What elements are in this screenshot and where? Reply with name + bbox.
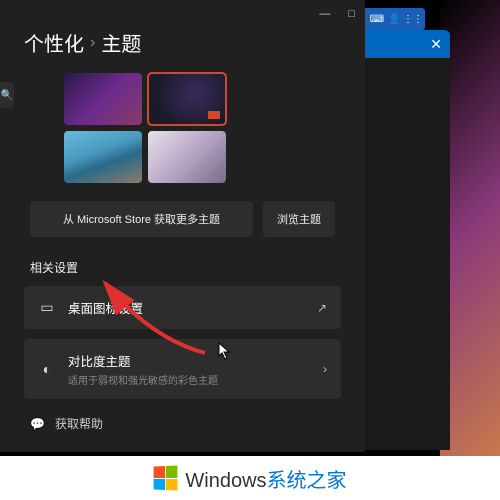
open-external-icon: ↗	[317, 301, 327, 315]
monitor-icon: ▭	[38, 299, 56, 317]
search-icon: 🔍	[1, 90, 13, 101]
minimize-button[interactable]: —	[319, 8, 330, 20]
chevron-right-icon: ›	[323, 362, 327, 376]
window-controls: — □	[319, 8, 355, 20]
breadcrumb-current: 主题	[101, 28, 141, 57]
desktop-icon-settings-item[interactable]: ▭ 桌面图标设置 ↗	[24, 286, 341, 329]
theme-thumbnail[interactable]	[64, 73, 142, 125]
chevron-right-icon: ›	[90, 34, 95, 52]
breadcrumb: 个性化 › 主题	[0, 0, 365, 57]
store-row: 从 Microsoft Store 获取更多主题 浏览主题	[30, 201, 335, 237]
setting-text: 对比度主题 适用于弱视和强光敏感的彩色主题	[68, 351, 311, 387]
browse-themes-button[interactable]: 浏览主题	[263, 201, 335, 237]
setting-subtitle: 适用于弱视和强光敏感的彩色主题	[68, 372, 311, 387]
help-label: 获取帮助	[55, 415, 103, 432]
theme-thumbnail[interactable]	[64, 131, 142, 183]
breadcrumb-parent[interactable]: 个性化	[24, 28, 84, 57]
setting-text: 桌面图标设置	[68, 298, 305, 317]
background-app-titlebar: ✕	[350, 30, 450, 58]
theme-thumbnail-selected[interactable]	[148, 73, 226, 125]
contrast-icon: ◐	[38, 360, 56, 378]
get-help-link[interactable]: 💬 获取帮助	[30, 415, 365, 432]
ime-menu-icon[interactable]: ⋮⋮	[405, 11, 421, 27]
help-icon: 💬	[30, 417, 45, 431]
background-app-body	[350, 58, 450, 450]
close-icon[interactable]: ✕	[430, 36, 442, 53]
mouse-cursor-icon	[218, 342, 232, 363]
settings-window: — □ 个性化 › 主题 🔍 从 Microsoft Store 获取更多主题 …	[0, 0, 365, 452]
get-more-themes-button[interactable]: 从 Microsoft Store 获取更多主题	[30, 201, 253, 237]
maximize-button[interactable]: □	[348, 8, 355, 20]
background-app-window: ✕	[350, 30, 450, 450]
setting-title: 桌面图标设置	[68, 298, 305, 317]
theme-thumbnail[interactable]	[148, 131, 226, 183]
contrast-themes-item[interactable]: ◐ 对比度主题 适用于弱视和强光敏感的彩色主题 ›	[24, 339, 341, 399]
ime-keyboard-icon[interactable]: ⌨	[370, 11, 384, 27]
setting-title: 对比度主题	[68, 351, 311, 370]
themes-grid	[64, 73, 365, 183]
ime-user-icon[interactable]: 👤	[388, 11, 401, 27]
watermark-bar: Windows系统之家	[0, 456, 500, 500]
windows-logo-icon	[154, 465, 178, 490]
search-input[interactable]: 🔍	[0, 82, 14, 108]
related-settings-heading: 相关设置	[30, 259, 365, 276]
watermark-text: Windows系统之家	[185, 464, 346, 493]
